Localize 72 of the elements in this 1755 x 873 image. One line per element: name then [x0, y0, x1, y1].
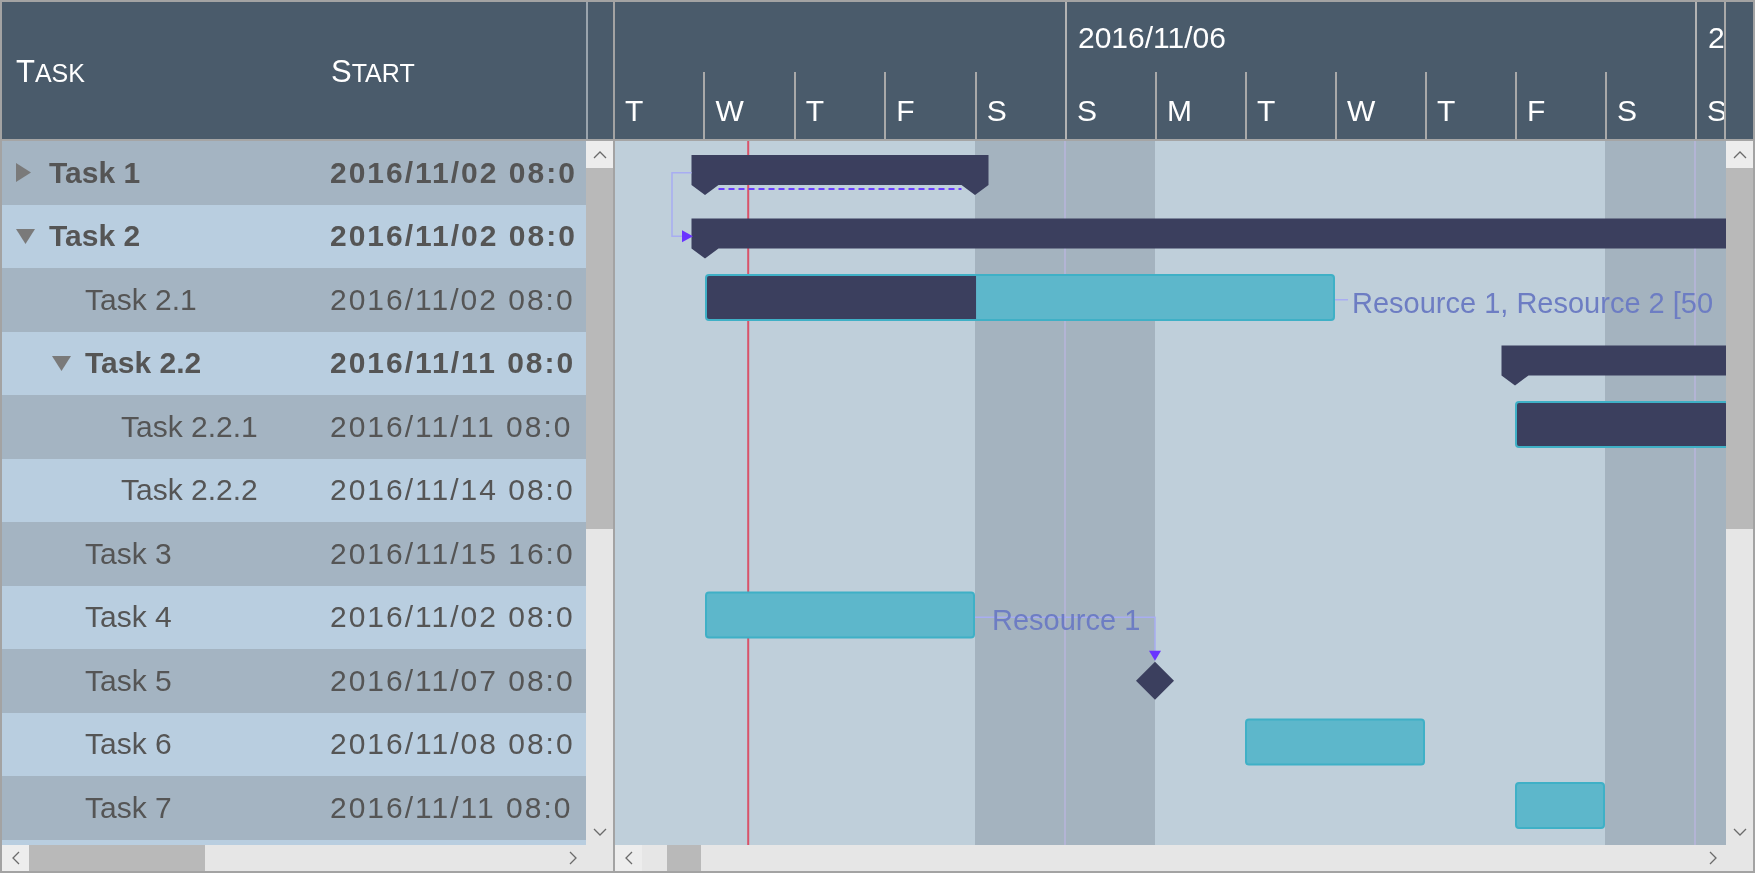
- column-header: TASK: [16, 55, 85, 90]
- task-name: Task 2.1: [85, 282, 197, 317]
- start-date: 2016/11/14 08:0: [330, 473, 575, 508]
- chevron-down-icon: [1732, 827, 1747, 836]
- task-row[interactable]: Task 7 2016/11/11 08:0: [2, 776, 586, 840]
- day-label: T: [625, 94, 644, 127]
- task-name: Task 2: [49, 219, 141, 254]
- chevron-right-icon: [568, 851, 577, 865]
- task-name: Task 2.2: [85, 346, 202, 381]
- scroll-up-button[interactable]: [1726, 141, 1753, 168]
- chevron-down-icon: [592, 827, 607, 836]
- start-date: 2016/11/11 08:0: [330, 409, 573, 444]
- link-line: [1334, 299, 1349, 301]
- start-date: 2016/11/08 08:0: [330, 727, 575, 762]
- scroll-up-button[interactable]: [586, 141, 613, 168]
- task-row[interactable]: Task 3 2016/11/15 16:0: [2, 522, 586, 586]
- scroll-left-button[interactable]: [615, 845, 642, 871]
- scroll-left-button[interactable]: [2, 845, 29, 871]
- scrollbar-thumb[interactable]: [667, 845, 701, 871]
- task-name: Task 7: [85, 790, 172, 825]
- day-label: F: [896, 94, 915, 127]
- caret-down-icon[interactable]: [52, 355, 71, 371]
- task-name: Task 3: [85, 536, 172, 571]
- column-header: START: [331, 55, 415, 90]
- day-label: S: [1077, 94, 1097, 127]
- chevron-up-icon: [1732, 150, 1747, 159]
- task-row[interactable]: Task 2.2.1 2016/11/11 08:0: [2, 395, 586, 459]
- scrollbar-thumb[interactable]: [586, 168, 613, 529]
- start-date: 2016/11/15 16:0: [330, 536, 575, 571]
- scrollbar-thumb[interactable]: [1726, 168, 1753, 529]
- chevron-left-icon: [11, 851, 20, 865]
- summary-bar[interactable]: [691, 155, 989, 195]
- week-label: 2: [1708, 20, 1725, 54]
- day-label: M: [1167, 94, 1192, 127]
- day-label: W: [715, 94, 744, 127]
- task-name: Task 5: [85, 663, 172, 698]
- task-name: Task 2.2.1: [121, 409, 258, 444]
- start-date: 2016/11/02 08:0: [330, 219, 577, 254]
- summary-bar[interactable]: [691, 218, 1726, 259]
- start-date: 2016/11/02 08:0: [330, 600, 575, 635]
- day-label: T: [1437, 94, 1456, 127]
- task-name: Task 2.2.2: [121, 473, 258, 508]
- task-row[interactable]: Task 2.1 2016/11/02 08:0: [2, 268, 586, 332]
- caret-down-icon[interactable]: [16, 228, 35, 244]
- day-label: W: [1347, 94, 1376, 127]
- day-label: T: [805, 94, 825, 127]
- task-row[interactable]: Task 1 2016/11/02 08:0: [2, 141, 586, 205]
- start-date: 2016/11/07 08:0: [330, 663, 575, 698]
- task-name: Task 1: [49, 155, 141, 190]
- start-date: 2016/11/02 08:0: [330, 155, 577, 190]
- week-label: 2016/11/06: [1078, 20, 1226, 54]
- chevron-up-icon: [592, 150, 607, 159]
- start-date: 2016/11/11 08:0: [330, 790, 573, 825]
- day-label: T: [1257, 94, 1276, 127]
- start-date: 2016/11/11 08:0: [330, 346, 576, 381]
- task-bar[interactable]: [705, 274, 1335, 321]
- day-label: S: [1617, 94, 1637, 127]
- chevron-right-icon: [1708, 851, 1717, 865]
- caret-right-icon[interactable]: [16, 163, 31, 183]
- dependency-arrow: [671, 172, 693, 243]
- task-bar[interactable]: [1515, 401, 1726, 448]
- task-name: Task 4: [85, 600, 172, 635]
- day-label: F: [1527, 94, 1546, 127]
- chevron-left-icon: [624, 851, 633, 865]
- task-row[interactable]: Task 5 2016/11/07 08:0: [2, 649, 586, 713]
- task-name: Task 6: [85, 727, 172, 762]
- summary-bar[interactable]: [1501, 345, 1726, 386]
- day-label: S: [986, 94, 1007, 127]
- scrollbar-thumb[interactable]: [29, 845, 205, 871]
- start-date: 2016/11/02 08:0: [330, 282, 575, 317]
- resource-label: Resource 1: [992, 604, 1141, 637]
- milestone-diamond[interactable]: [1136, 661, 1174, 700]
